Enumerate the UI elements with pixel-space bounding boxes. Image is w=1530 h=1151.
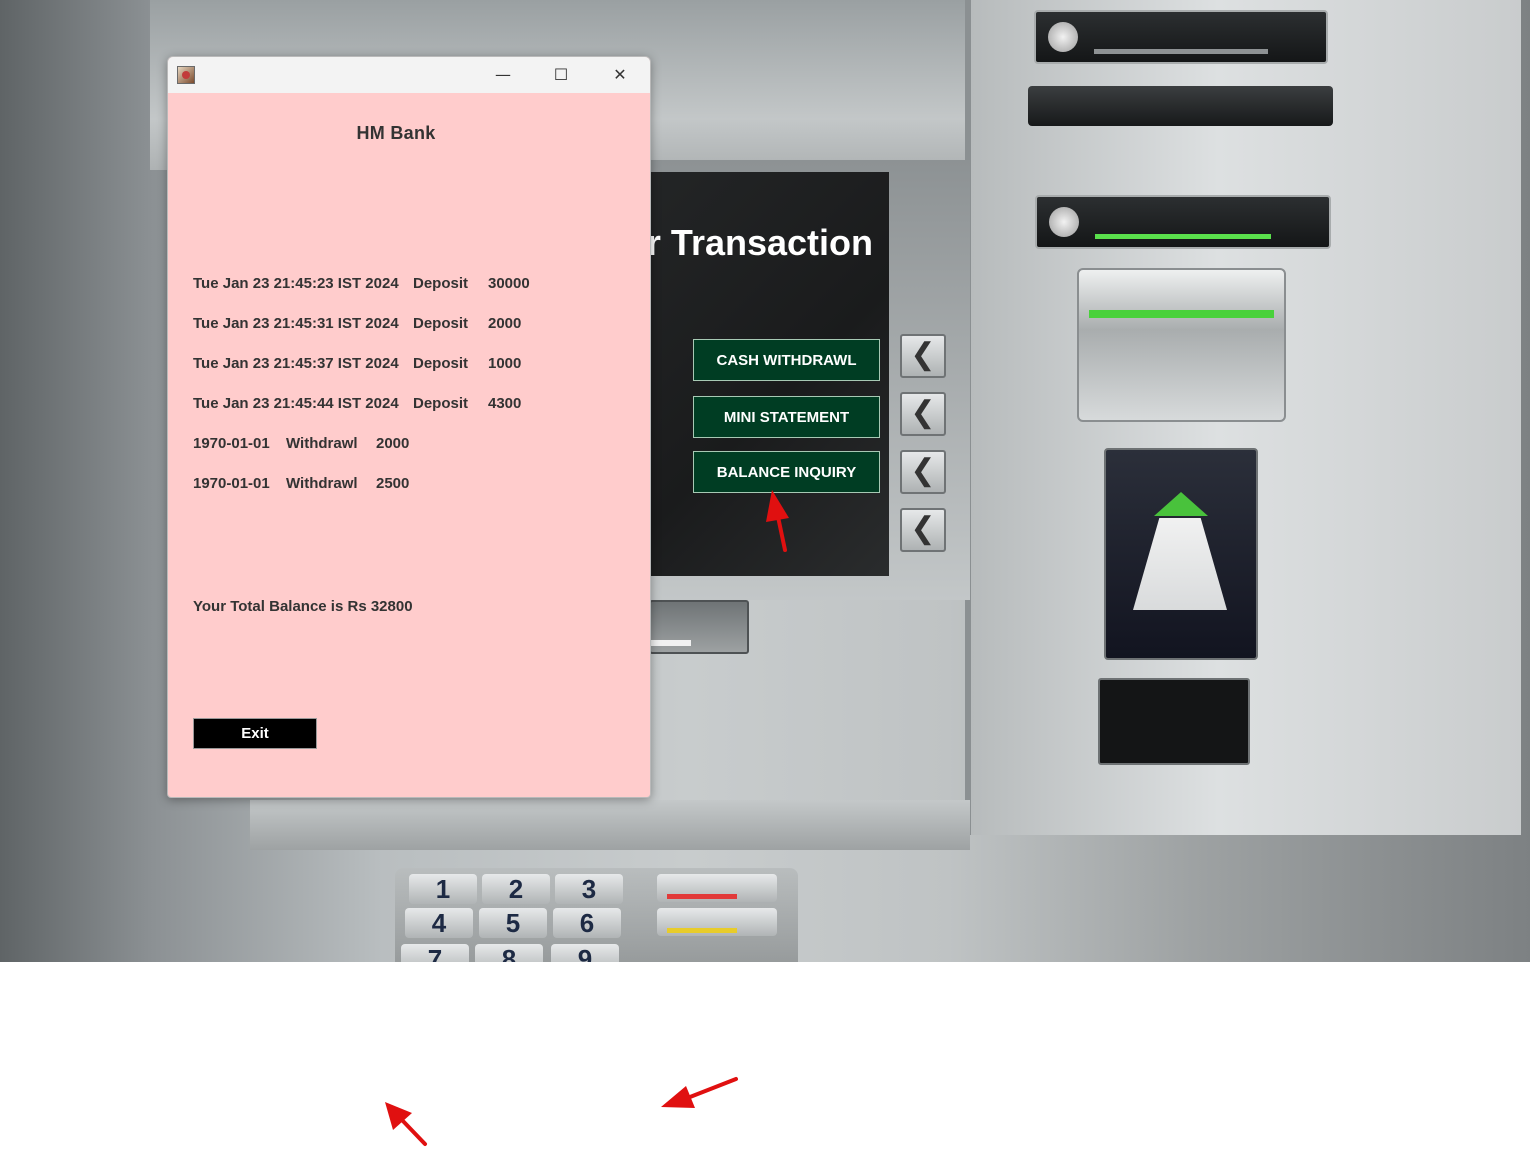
statement-date: Tue Jan 23 21:45:31 IST 2024 xyxy=(193,315,399,332)
side-key-1: ❮ xyxy=(900,334,946,378)
statement-date: Tue Jan 23 21:45:37 IST 2024 xyxy=(193,355,399,372)
lower-slot-light xyxy=(651,640,691,646)
exit-button[interactable]: Exit xyxy=(193,718,317,749)
up-arrow-icon xyxy=(1154,492,1208,516)
balance-inquiry-button[interactable]: BALANCE INQUIRY xyxy=(693,451,880,493)
keypad-key-9: 9 xyxy=(551,944,619,962)
cash-dispenser xyxy=(1098,678,1250,765)
receipt-indicator-icon xyxy=(1048,22,1078,52)
maximize-button[interactable]: ☐ xyxy=(532,57,590,93)
statement-date: 1970-01-01 xyxy=(193,475,270,492)
atm-keypad: 1 2 3 4 5 6 7 8 9 xyxy=(395,868,798,962)
side-key-4: ❮ xyxy=(900,508,946,552)
minimize-button[interactable]: — xyxy=(474,57,532,93)
statement-amount: 2000 xyxy=(488,315,522,332)
statement-date: Tue Jan 23 21:45:44 IST 2024 xyxy=(193,395,399,412)
statement-type: Withdrawl xyxy=(286,435,358,452)
card-reader xyxy=(1077,268,1286,422)
atm-shelf xyxy=(250,800,970,850)
keypad-key-4: 4 xyxy=(405,908,473,938)
arrow-pointing-up-left xyxy=(385,1102,427,1146)
cash-withdrawl-button[interactable]: CASH WITHDRAWL xyxy=(693,339,880,381)
total-balance-label: Your Total Balance is Rs 32800 xyxy=(193,598,413,615)
keypad-key-3: 3 xyxy=(555,874,623,904)
receipt-slot xyxy=(1028,86,1333,126)
statement-date: 1970-01-01 xyxy=(193,435,270,452)
statement-date: Tue Jan 23 21:45:23 IST 2024 xyxy=(193,275,399,292)
statement-amount: 4300 xyxy=(488,395,522,412)
side-key-3: ❮ xyxy=(900,450,946,494)
card-indicator-icon xyxy=(1049,207,1079,237)
keypad-cancel-key xyxy=(657,874,777,902)
receipt-indicator-bar xyxy=(1094,49,1268,54)
keypad-key-8: 8 xyxy=(475,944,543,962)
keypad-key-7: 7 xyxy=(401,944,469,962)
lower-slot xyxy=(649,600,749,654)
pin-shield xyxy=(1104,448,1258,660)
close-button[interactable]: ✕ xyxy=(591,57,649,93)
atm-screen-title: r Transaction xyxy=(648,222,873,263)
statement-type: Deposit xyxy=(413,355,469,372)
statement-amount: 30000 xyxy=(488,275,530,292)
bank-name-heading: HM Bank xyxy=(356,123,436,143)
keypad-key-5: 5 xyxy=(479,908,547,938)
card-indicator-bar xyxy=(1095,234,1271,239)
statement-type: Deposit xyxy=(413,315,469,332)
statement-amount: 2000 xyxy=(376,435,410,452)
statement-type: Withdrawl xyxy=(286,475,358,492)
keypad-key-1: 1 xyxy=(409,874,477,904)
card-indicator xyxy=(1035,195,1331,249)
card-reader-light xyxy=(1089,310,1274,318)
java-app-icon xyxy=(177,66,195,84)
receipt-indicator xyxy=(1034,10,1328,64)
statement-amount: 1000 xyxy=(488,355,522,372)
statement-amount: 2500 xyxy=(376,475,410,492)
statement-type: Deposit xyxy=(413,275,469,292)
side-key-2: ❮ xyxy=(900,392,946,436)
bank-statement-window: — ☐ ✕ HM Bank Tue Jan 23 21:45:23 IST 20… xyxy=(167,56,651,798)
keypad-key-2: 2 xyxy=(482,874,550,904)
keypad-key-6: 6 xyxy=(553,908,621,938)
keypad-clear-key xyxy=(657,908,777,936)
window-titlebar: — ☐ ✕ xyxy=(168,57,650,93)
arrow-pointing-left xyxy=(661,1077,738,1108)
statement-type: Deposit xyxy=(413,395,469,412)
mini-statement-button[interactable]: MINI STATEMENT xyxy=(693,396,880,438)
